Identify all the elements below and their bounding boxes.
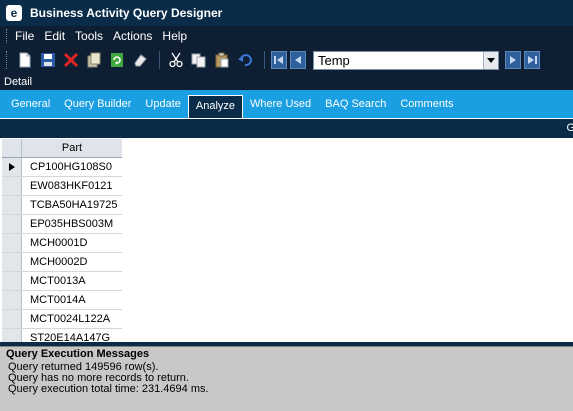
row-selector[interactable] [2, 329, 22, 342]
current-row-arrow-icon [8, 163, 15, 171]
undo-button[interactable] [235, 50, 255, 70]
messages-text[interactable]: Query returned 149596 row(s). Query has … [4, 361, 573, 395]
cut-button[interactable] [166, 50, 186, 70]
table-row[interactable]: EW083HKF0121 [2, 177, 122, 196]
copy-record-icon [87, 52, 101, 68]
row-selector[interactable] [2, 177, 22, 195]
grid-selector-header [2, 139, 22, 157]
tab-baq-search[interactable]: BAQ Search [318, 93, 393, 115]
menu-help[interactable]: Help [162, 29, 187, 43]
table-cell[interactable]: CP100HG108S0 [22, 158, 122, 176]
grid-header: Part [2, 139, 122, 158]
table-cell[interactable]: EW083HKF0121 [22, 177, 122, 195]
menu-file[interactable]: File [15, 29, 34, 43]
row-selector[interactable] [2, 215, 22, 233]
table-cell[interactable]: TCBA50HA19725 [22, 196, 122, 214]
app-logo-letter: e [10, 6, 18, 20]
column-header-part[interactable]: Part [22, 139, 122, 157]
paste-button[interactable] [212, 50, 232, 70]
results-band-label: G [566, 122, 573, 134]
toolbar-separator [264, 51, 265, 69]
refresh-icon [111, 53, 123, 67]
copy-icon [191, 53, 206, 68]
table-row[interactable]: MCH0002D [2, 253, 122, 272]
table-cell[interactable]: ST20E14A147G [22, 329, 122, 342]
window-title: Business Activity Query Designer [30, 6, 223, 20]
row-selector[interactable] [2, 253, 22, 271]
next-record-icon [510, 56, 516, 64]
detail-label: Detail [0, 74, 573, 90]
table-row[interactable]: MCH0001D [2, 234, 122, 253]
toolbar-grip [6, 51, 9, 69]
table-cell[interactable]: EP035HBS003M [22, 215, 122, 233]
chevron-down-icon[interactable] [483, 51, 498, 69]
record-combo-value: Temp [318, 52, 350, 68]
table-row[interactable]: CP100HG108S0 [2, 158, 122, 177]
tab-where-used[interactable]: Where Used [243, 93, 318, 115]
toolbar-separator [159, 51, 160, 69]
table-cell[interactable]: MCT0014A [22, 291, 122, 309]
previous-record-icon [295, 56, 301, 64]
table-cell[interactable]: MCT0024L122A [22, 310, 122, 328]
new-button[interactable] [15, 50, 35, 70]
menu-tools[interactable]: Tools [75, 29, 103, 43]
menu-actions[interactable]: Actions [113, 29, 152, 43]
record-combo[interactable]: Temp [313, 50, 499, 70]
results-grid: Part CP100HG108S0 EW083HKF0121 TCBA50HA1… [2, 139, 122, 342]
paste-icon [215, 52, 229, 68]
message-line: Query execution total time: 231.4694 ms. [8, 383, 209, 395]
row-selector[interactable] [2, 196, 22, 214]
row-selector[interactable] [2, 310, 22, 328]
row-selector[interactable] [2, 272, 22, 290]
menu-edit[interactable]: Edit [44, 29, 65, 43]
delete-button[interactable] [61, 50, 81, 70]
table-row[interactable]: MCT0024L122A [2, 310, 122, 329]
table-cell[interactable]: MCT0013A [22, 272, 122, 290]
menu-grip [6, 29, 9, 43]
last-record-icon [528, 56, 537, 64]
first-record-button[interactable] [271, 51, 287, 69]
tab-comments[interactable]: Comments [393, 93, 460, 115]
messages-title: Query Execution Messages [0, 347, 573, 361]
refresh-button[interactable] [107, 50, 127, 70]
next-record-button[interactable] [505, 51, 521, 69]
last-record-button[interactable] [524, 51, 540, 69]
tab-update[interactable]: Update [138, 93, 187, 115]
previous-record-button[interactable] [290, 51, 306, 69]
new-icon [19, 52, 31, 68]
row-selector[interactable] [2, 234, 22, 252]
table-row[interactable]: EP035HBS003M [2, 215, 122, 234]
results-area: Part CP100HG108S0 EW083HKF0121 TCBA50HA1… [0, 138, 573, 342]
tab-analyze[interactable]: Analyze [187, 95, 244, 118]
clear-button[interactable] [130, 50, 150, 70]
undo-icon [238, 54, 252, 67]
table-row[interactable]: TCBA50HA19725 [2, 196, 122, 215]
table-row[interactable]: MCT0014A [2, 291, 122, 310]
first-record-icon [274, 56, 283, 64]
results-header-band: G [0, 118, 573, 138]
tab-general[interactable]: General [4, 93, 57, 115]
table-cell[interactable]: MCH0001D [22, 234, 122, 252]
table-row[interactable]: ST20E14A147G [2, 329, 122, 342]
toolbar: Temp [0, 46, 573, 74]
table-cell[interactable]: MCH0002D [22, 253, 122, 271]
copy-button[interactable] [189, 50, 209, 70]
table-row[interactable]: MCT0013A [2, 272, 122, 291]
cut-icon [169, 52, 183, 68]
save-button[interactable] [38, 50, 58, 70]
save-icon [41, 53, 55, 67]
copy-record-button[interactable] [84, 50, 104, 70]
query-messages-panel: Query Execution Messages Query returned … [0, 346, 573, 411]
menu-bar: File Edit Tools Actions Help [0, 26, 573, 46]
app-logo-icon: e [6, 5, 22, 21]
row-selector[interactable] [2, 158, 22, 176]
clear-icon [134, 54, 147, 67]
title-bar: e Business Activity Query Designer [0, 0, 573, 26]
row-selector[interactable] [2, 291, 22, 309]
delete-icon [63, 52, 79, 68]
tab-query-builder[interactable]: Query Builder [57, 93, 138, 115]
tab-bar: General Query Builder Update Analyze Whe… [0, 90, 573, 118]
